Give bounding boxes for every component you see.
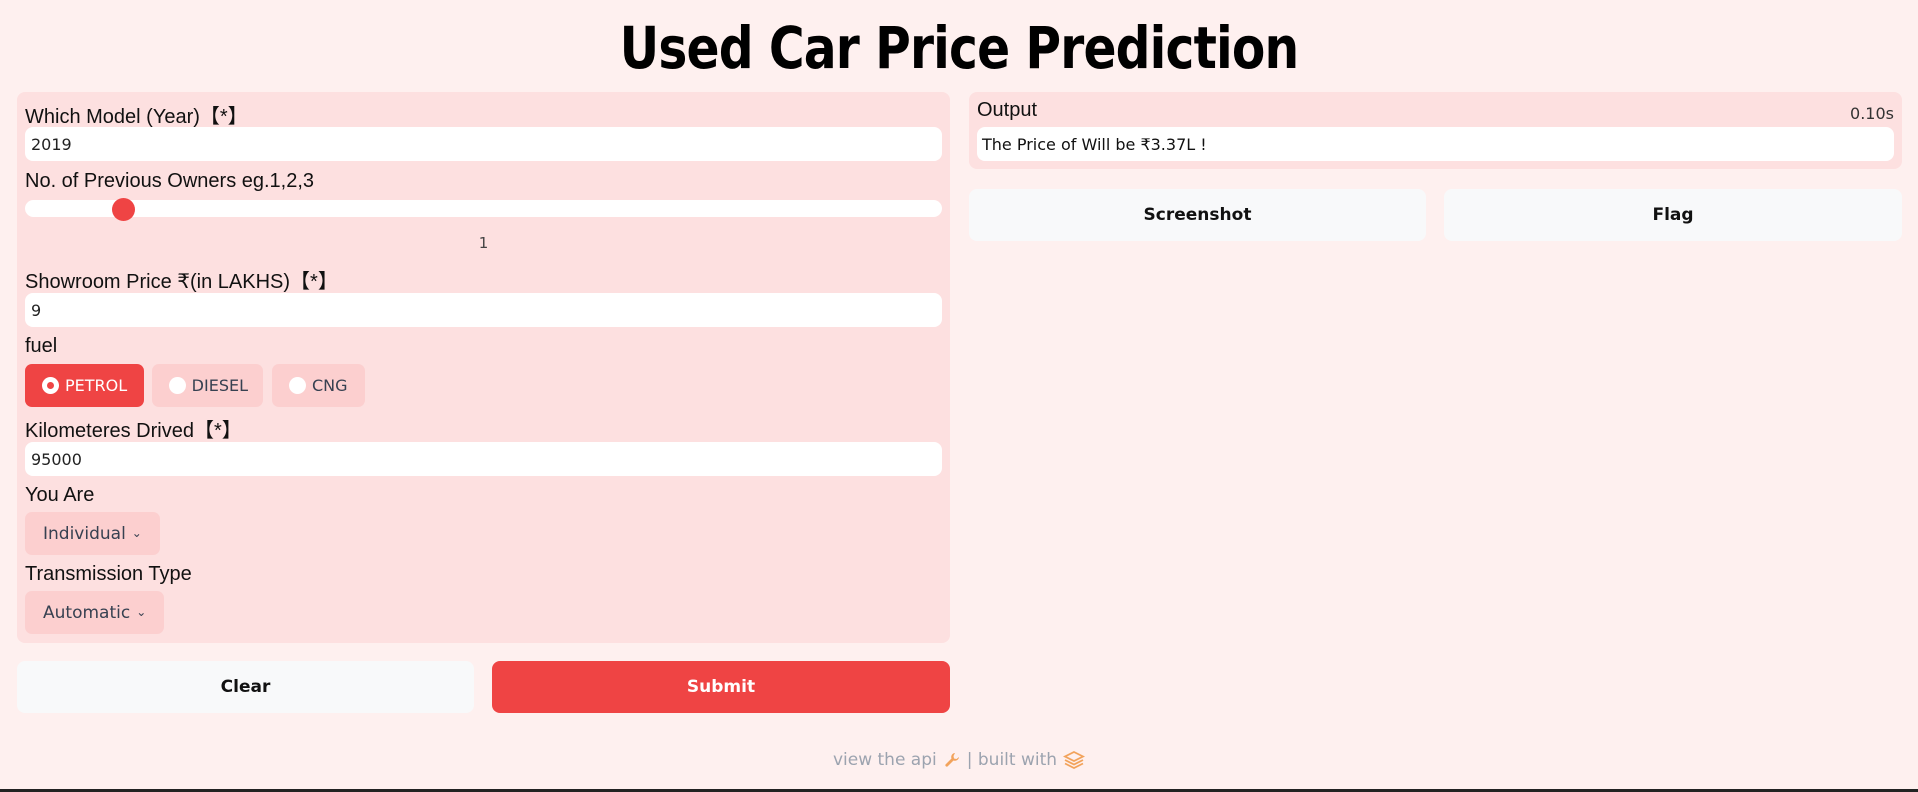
model-year-input[interactable]: 2019 — [25, 127, 942, 161]
wrench-icon — [943, 751, 961, 769]
showroom-price-label: Showroom Price ₹(in LAKHS)【*】 — [25, 271, 338, 293]
built-with-text: | built with — [966, 750, 1058, 770]
output-timer: 0.10s — [1850, 104, 1894, 123]
fuel-option-petrol[interactable]: PETROL — [25, 364, 144, 407]
owners-slider-value: 1 — [478, 234, 489, 252]
fuel-option-diesel[interactable]: DIESEL — [152, 364, 263, 407]
transmission-label: Transmission Type — [25, 563, 192, 585]
chevron-down-icon: ⌄ — [136, 604, 147, 619]
page-title: Used Car Price Prediction — [619, 14, 1300, 82]
output-textbox[interactable]: The Price of Will be ₹3.37L ! — [977, 127, 1894, 161]
clear-button[interactable]: Clear — [17, 661, 474, 713]
footer: view the api | built with — [0, 750, 1918, 770]
view-api-link[interactable]: view the api — [833, 750, 937, 770]
output-panel: Output 0.10s The Price of Will be ₹3.37L… — [969, 92, 1902, 169]
radio-unselected-icon — [169, 377, 186, 394]
fuel-label: fuel — [25, 335, 58, 357]
owners-slider-track[interactable] — [25, 200, 942, 217]
owners-label: No. of Previous Owners eg.1,2,3 — [25, 170, 315, 192]
fuel-option-label: PETROL — [65, 376, 128, 395]
seller-label: You Are — [25, 484, 95, 506]
showroom-price-input[interactable]: 9 — [25, 293, 942, 327]
seller-dropdown-value: Individual — [43, 523, 126, 544]
flag-button[interactable]: Flag — [1444, 189, 1902, 241]
transmission-dropdown[interactable]: Automatic ⌄ — [25, 591, 165, 634]
kms-input[interactable]: 95000 — [25, 442, 942, 476]
fuel-option-label: CNG — [312, 376, 348, 395]
gradio-logo-icon[interactable] — [1063, 750, 1086, 770]
owners-slider-thumb[interactable] — [112, 198, 135, 221]
chevron-down-icon: ⌄ — [131, 525, 142, 540]
screenshot-button[interactable]: Screenshot — [969, 189, 1426, 241]
radio-selected-icon — [42, 377, 59, 394]
fuel-option-cng[interactable]: CNG — [272, 364, 365, 407]
kms-label: Kilometeres Drived【*】 — [25, 420, 242, 442]
fuel-option-label: DIESEL — [191, 376, 248, 395]
seller-dropdown[interactable]: Individual ⌄ — [25, 512, 160, 555]
transmission-dropdown-value: Automatic — [43, 602, 131, 623]
model-year-label: Which Model (Year)【*】 — [25, 106, 248, 128]
radio-unselected-icon — [289, 377, 306, 394]
submit-button[interactable]: Submit — [492, 661, 950, 713]
input-panel: Which Model (Year)【*】 2019 No. of Previo… — [17, 92, 950, 643]
output-label: Output — [977, 99, 1038, 121]
